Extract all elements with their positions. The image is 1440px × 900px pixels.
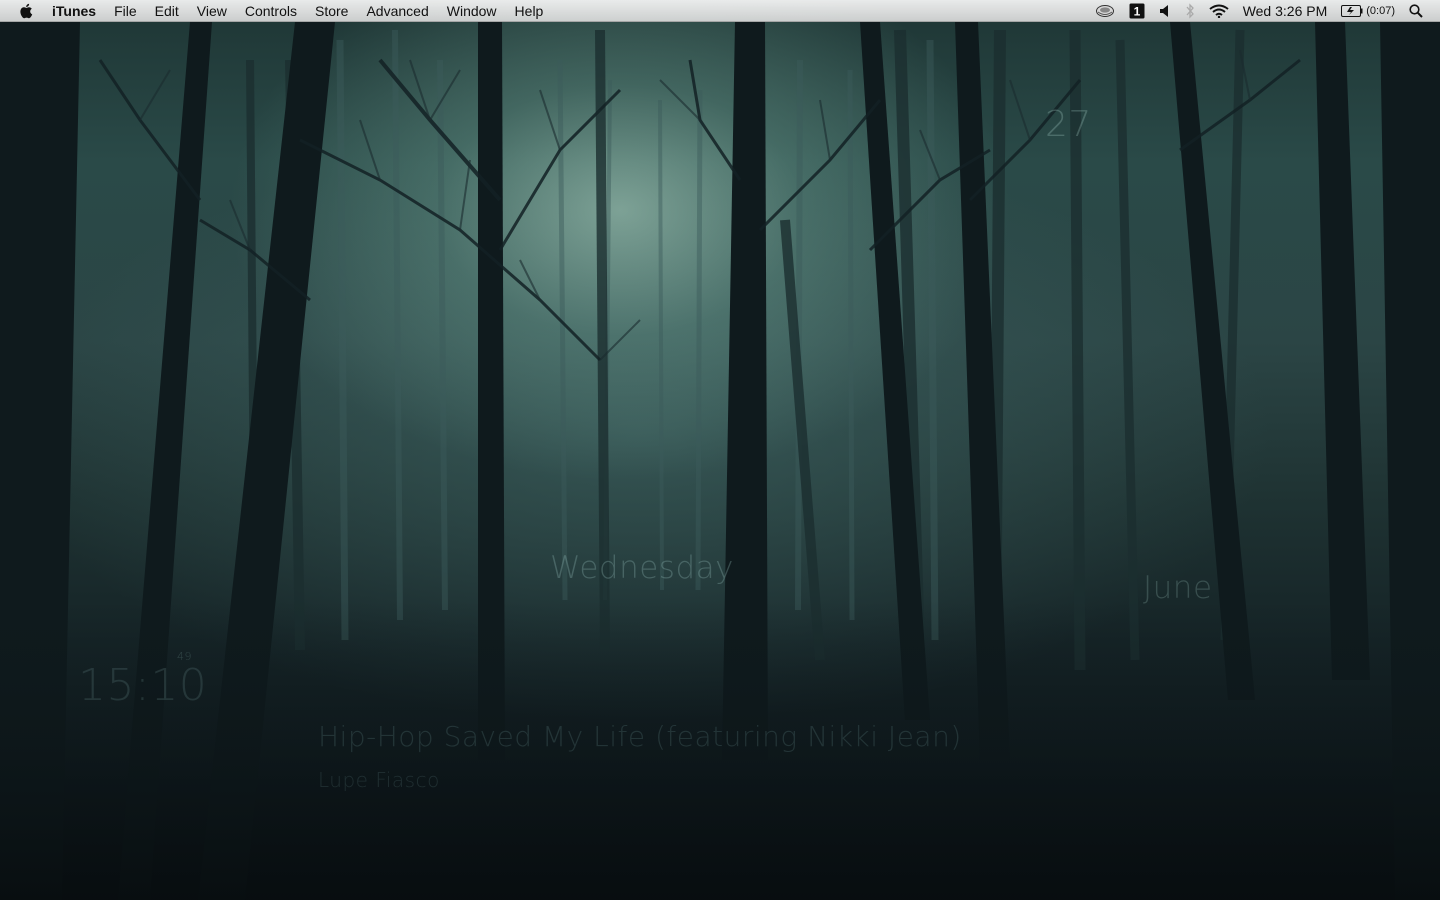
menu-app-name[interactable]: iTunes — [52, 0, 105, 22]
clock-widget-time: 15:10 — [78, 660, 208, 711]
weekday-widget: Wednesday — [550, 550, 734, 586]
menu-help[interactable]: Help — [506, 0, 553, 22]
magnifier-icon[interactable] — [1409, 0, 1423, 22]
menu-store[interactable]: Store — [306, 0, 357, 22]
month-widget: June — [1143, 570, 1213, 606]
menu-edit[interactable]: Edit — [146, 0, 188, 22]
battery-status-item[interactable]: (0:07) — [1341, 0, 1395, 22]
apple-logo-icon[interactable] — [18, 2, 34, 20]
badge-value: 1 — [1133, 4, 1140, 18]
badge-status-item[interactable]: 1 — [1129, 0, 1145, 22]
menu-bar-left: iTunes File Edit View Controls Store Adv… — [0, 0, 552, 22]
speaker-icon[interactable] — [1159, 0, 1171, 22]
now-playing-artist: Lupe Fiasco — [318, 768, 440, 792]
menu-window[interactable]: Window — [438, 0, 506, 22]
menu-advanced[interactable]: Advanced — [357, 0, 437, 22]
wifi-icon[interactable] — [1209, 0, 1229, 22]
menu-bar: iTunes File Edit View Controls Store Adv… — [0, 0, 1440, 22]
clock-widget-seconds: 49 — [177, 650, 192, 663]
time-machine-icon[interactable] — [1095, 0, 1115, 22]
menu-controls[interactable]: Controls — [236, 0, 306, 22]
menu-view[interactable]: View — [188, 0, 236, 22]
desktop: 27 Wednesday June 15:10 49 Hip-Hop Saved… — [0, 0, 1440, 900]
menu-file[interactable]: File — [105, 0, 146, 22]
menu-bar-status-area: 1 Wed 3:26 PM (0:07) — [1088, 0, 1440, 22]
now-playing-title: Hip-Hop Saved My Life (featuring Nikki J… — [318, 720, 962, 753]
day-of-month-widget: 27 — [1045, 104, 1092, 145]
forest-wallpaper — [0, 22, 1440, 900]
battery-charging-icon — [1341, 4, 1363, 17]
menu-clock[interactable]: Wed 3:26 PM — [1243, 0, 1328, 22]
badge-box-icon: 1 — [1129, 3, 1145, 18]
bluetooth-icon[interactable] — [1185, 0, 1195, 22]
battery-time: (0:07) — [1366, 4, 1395, 17]
